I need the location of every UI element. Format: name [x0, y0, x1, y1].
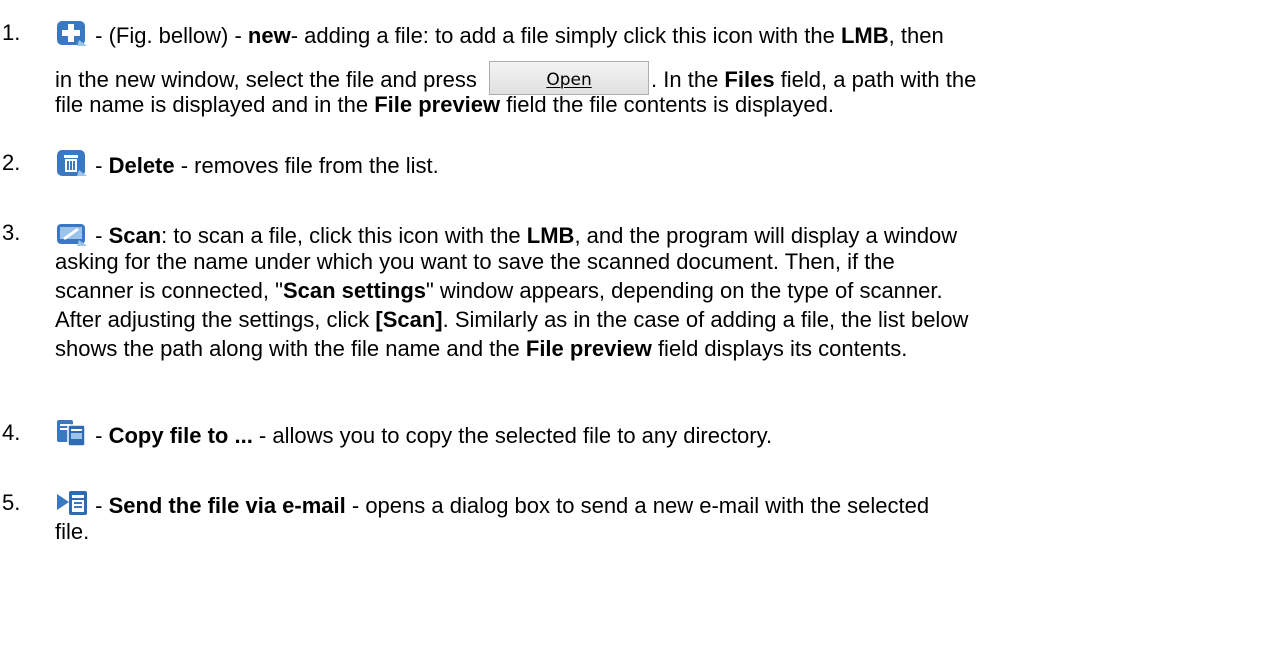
item-text: - Send the file via e-mail - opens a dia… [95, 493, 929, 518]
item-text: - Delete - removes file from the list. [95, 153, 439, 178]
text-run: - [95, 423, 109, 448]
text-run: - [95, 493, 109, 518]
keyword: Copy file to ... [108, 423, 253, 448]
item-line: asking for the name under which you want… [55, 247, 895, 276]
keyword: Scan settings [282, 278, 426, 303]
text-run: - [95, 223, 109, 248]
text-run: field displays its contents. [651, 336, 908, 361]
text-run: - allows you to copy the selected file t… [252, 423, 773, 448]
keyword: LMB [526, 223, 575, 248]
new-file-plus-icon [55, 18, 89, 55]
keyword: LMB [840, 23, 889, 48]
text-run: file. [55, 519, 90, 544]
item-number: 5. [2, 490, 21, 515]
item-text: - Scan: to scan a file, click this icon … [95, 223, 957, 248]
item-line: scanner is connected, "Scan settings" wi… [55, 276, 943, 305]
item-line: After adjusting the settings, click [Sca… [55, 305, 968, 334]
text-run: . Similarly as in the case of adding a f… [442, 307, 969, 332]
text-run: in the new window, select the file and p… [55, 67, 484, 92]
text-run: field, a path with the [774, 67, 977, 92]
item-line: - Copy file to ... - allows you to copy … [55, 418, 772, 455]
text-run: , and the program will display a window [574, 223, 958, 248]
item-line: - Send the file via e-mail - opens a dia… [55, 488, 929, 525]
item-line: file name is displayed and in the File p… [55, 90, 834, 119]
text-run: asking for the name under which you want… [55, 249, 895, 274]
copy-file-icon [55, 418, 89, 455]
text-run: , then [888, 23, 944, 48]
keyword: [Scan] [375, 307, 443, 332]
keyword: File preview [374, 92, 501, 117]
item-text: - Copy file to ... - allows you to copy … [95, 423, 772, 448]
item-line: - (Fig. bellow) - new- adding a file: to… [55, 18, 944, 55]
text-run: - opens a dialog box to send a new e-mai… [345, 493, 930, 518]
delete-trash-icon [55, 148, 89, 185]
item-text: - (Fig. bellow) - new- adding a file: to… [95, 23, 944, 48]
item-number: 1. [2, 20, 21, 45]
item-line: shows the path along with the file name … [55, 334, 907, 363]
item-number: 2. [2, 150, 21, 175]
text-run: - adding a file: to add a file simply cl… [290, 23, 841, 48]
text-run: After adjusting the settings, click [55, 307, 376, 332]
item-line: - Delete - removes file from the list. [55, 148, 439, 185]
keyword: Send the file via e-mail [108, 493, 346, 518]
item-line: file. [55, 517, 89, 546]
item-number: 3. [2, 220, 21, 245]
text-run: shows the path along with the file name … [55, 336, 526, 361]
keyword: new [247, 23, 291, 48]
text-run: : to scan a file, click this icon with t… [161, 223, 527, 248]
keyword: Delete [108, 153, 175, 178]
text-run: scanner is connected, " [55, 278, 283, 303]
text-run: - (Fig. bellow) - [95, 23, 248, 48]
keyword: Scan [108, 223, 162, 248]
keyword: Files [724, 67, 775, 92]
text-run: file name is displayed and in the [55, 92, 375, 117]
text-run: field the file contents is displayed. [500, 92, 835, 117]
text-run: " window appears, depending on the type … [426, 278, 943, 303]
keyword: File preview [525, 336, 652, 361]
text-run: - [95, 153, 109, 178]
text-run: - removes file from the list. [174, 153, 439, 178]
item-number: 4. [2, 420, 21, 445]
text-run: . In the [651, 67, 725, 92]
